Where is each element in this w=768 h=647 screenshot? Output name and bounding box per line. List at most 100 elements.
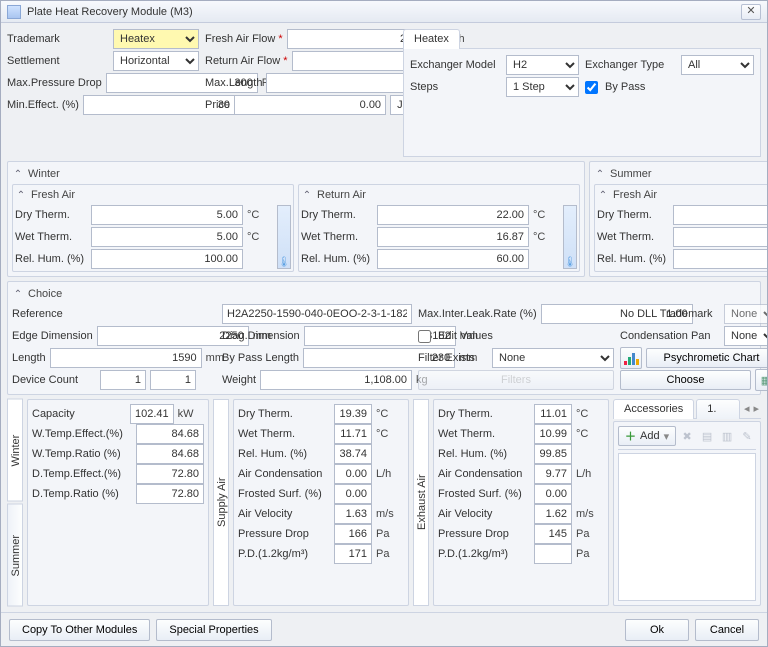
table-icon-button[interactable]: ▦ xyxy=(755,369,767,391)
winter-return-group: ⌃Return Air Dry Therm.°C Wet Therm.°C Re… xyxy=(298,184,580,272)
label-rh: Rel. Hum. (%) xyxy=(15,253,87,265)
label-wtr: W.Temp.Ratio (%) xyxy=(32,448,132,460)
tab-heatex[interactable]: Heatex xyxy=(403,29,460,49)
add-label: Add xyxy=(640,430,660,442)
special-properties-button[interactable]: Special Properties xyxy=(156,619,271,641)
label-len: Length xyxy=(12,352,46,364)
label-diag: Diag.Dimension xyxy=(222,330,300,342)
filter-exists-select[interactable]: None xyxy=(492,348,614,368)
winter-return-dry-input[interactable] xyxy=(377,205,529,225)
maxlen-input[interactable] xyxy=(266,73,418,93)
label-price: Price xyxy=(205,99,230,111)
tab-scroll-left-icon[interactable]: ◂ xyxy=(742,402,752,415)
accessories-list[interactable] xyxy=(618,453,756,601)
dtr-value: 72.80 xyxy=(136,484,204,504)
ok-button[interactable]: Ok xyxy=(625,619,689,641)
top-left-col2: Fresh Air Flow m³/h Return Air Flow m³/h… xyxy=(205,29,397,157)
supply-wet: 11.71 xyxy=(334,424,372,444)
label-dte: D.Temp.Effect.(%) xyxy=(32,468,132,480)
reference-input[interactable] xyxy=(222,304,412,324)
supply-pd12: 171 xyxy=(334,544,372,564)
winter-group: ⌃Winter ⌃Fresh Air Dry Therm.°C Wet Ther… xyxy=(7,161,585,277)
results-row: Winter Summer Capacity102.41kW W.Temp.Ef… xyxy=(7,399,761,606)
winter-title: Winter xyxy=(28,168,60,180)
exchanger-model-select[interactable]: H2 xyxy=(506,55,579,75)
chart-icon xyxy=(622,349,640,367)
copy-to-other-modules-button[interactable]: Copy To Other Modules xyxy=(9,619,150,641)
summer-fresh-rh-input[interactable] xyxy=(673,249,767,269)
chevron-up-icon[interactable]: ⌃ xyxy=(12,168,24,180)
heatex-panel: Heatex Exchanger Model H2 Exchanger Type… xyxy=(403,29,761,157)
label-faf: Fresh Air Flow xyxy=(205,33,283,45)
price-input[interactable] xyxy=(234,95,386,115)
dialog-window: Plate Heat Recovery Module (M3) ✕ Tradem… xyxy=(0,0,768,647)
tab-accessories[interactable]: Accessories xyxy=(613,399,694,419)
edit-values-checkbox[interactable] xyxy=(418,330,431,343)
label-wet: Wet Therm. xyxy=(15,231,87,243)
label-dtr: D.Temp.Ratio (%) xyxy=(32,488,132,500)
psychrometric-chart-button[interactable]: Psychrometic Chart xyxy=(646,348,767,368)
settlement-select[interactable]: Horizontal xyxy=(113,51,199,71)
chart-icon-button[interactable] xyxy=(620,347,642,369)
sidetab-winter[interactable]: Winter xyxy=(7,399,23,502)
label-leak: Max.Inter.Leak.Rate (%) xyxy=(418,308,537,320)
winter-fresh-rh-input[interactable] xyxy=(91,249,243,269)
capacity-value: 102.41 xyxy=(130,404,174,424)
chevron-up-icon[interactable]: ⌃ xyxy=(301,189,313,201)
winter-fresh-dry-input[interactable] xyxy=(91,205,243,225)
cancel-button[interactable]: Cancel xyxy=(695,619,759,641)
weight-input[interactable] xyxy=(260,370,412,390)
movedown-icon: ▥ xyxy=(718,427,736,445)
chevron-up-icon[interactable]: ⌃ xyxy=(597,189,609,201)
winter-fresh-group: ⌃Fresh Air Dry Therm.°C Wet Therm.°C Rel… xyxy=(12,184,294,272)
capacity-group: Capacity102.41kW W.Temp.Effect.(%)84.68 … xyxy=(27,399,209,606)
label-ex-model: Exchanger Model xyxy=(410,59,502,71)
label-trademark: Trademark xyxy=(7,33,109,45)
supply-air-group: Dry Therm.19.39°C Wet Therm.11.71°C Rel.… xyxy=(233,399,409,606)
summer-fresh-dry-input[interactable] xyxy=(673,205,767,225)
sidetab-exhaust[interactable]: Exhaust Air xyxy=(413,399,429,606)
condpan-select[interactable]: None xyxy=(724,326,767,346)
thermometer-icon: 🌡 xyxy=(563,205,577,269)
chevron-up-icon[interactable]: ⌃ xyxy=(15,189,27,201)
sidetab-supply[interactable]: Supply Air xyxy=(213,399,229,606)
winter-fresh-wet-input[interactable] xyxy=(91,227,243,247)
label-steps: Steps xyxy=(410,81,502,93)
steps-select[interactable]: 1 Step xyxy=(506,77,579,97)
exchanger-type-select[interactable]: All xyxy=(681,55,754,75)
summer-fresh-wet-input[interactable] xyxy=(673,227,767,247)
length-input[interactable] xyxy=(50,348,202,368)
label-bypass: By Pass xyxy=(605,81,645,93)
sidetab-summer[interactable]: Summer xyxy=(7,504,23,607)
chevron-up-icon[interactable]: ⌃ xyxy=(12,288,24,300)
label-wte: W.Temp.Effect.(%) xyxy=(32,428,132,440)
bypass-checkbox[interactable] xyxy=(585,81,598,94)
exhaust-wet: 10.99 xyxy=(534,424,572,444)
add-button[interactable]: ＋ Add ▾ xyxy=(618,426,676,446)
nodll-select: None xyxy=(724,304,767,324)
top-left-col1: Trademark Heatex Settlement Horizontal M… xyxy=(7,29,199,157)
trademark-select[interactable]: Heatex xyxy=(113,29,199,49)
chevron-up-icon[interactable]: ⌃ xyxy=(594,168,606,180)
accessories-panel: Accessories 1. Service Doo ◂ ▸ ＋Add▾ ✖ ▤… xyxy=(613,399,761,606)
window-title: Plate Heat Recovery Module (M3) xyxy=(27,6,741,18)
winter-return-wet-input[interactable] xyxy=(377,227,529,247)
label-weight: Weight xyxy=(222,374,256,386)
tab-service-door[interactable]: 1. Service Doo xyxy=(696,399,740,419)
acc-tabstrip: Accessories 1. Service Doo ◂ ▸ xyxy=(613,399,761,419)
winter-return-rh-input[interactable] xyxy=(377,249,529,269)
acc-toolbar: ＋Add▾ ✖ ▤ ▥ ✎ xyxy=(618,426,756,450)
dte-value: 72.80 xyxy=(136,464,204,484)
tab-scroll-right-icon[interactable]: ▸ xyxy=(751,402,761,415)
devcount1-input[interactable] xyxy=(100,370,146,390)
choose-button[interactable]: Choose xyxy=(620,370,751,390)
label-maxlen: Max.Length xyxy=(205,77,262,89)
edit-icon: ✎ xyxy=(738,427,756,445)
chevron-down-icon: ▾ xyxy=(664,430,670,443)
label-nodll: No DLL Trademark xyxy=(620,308,720,320)
top-row: Trademark Heatex Settlement Horizontal M… xyxy=(7,29,761,157)
plus-icon: ＋ xyxy=(625,428,636,444)
devcount2-input[interactable] xyxy=(150,370,196,390)
close-button[interactable]: ✕ xyxy=(741,4,761,20)
label-ref: Reference xyxy=(12,308,96,320)
